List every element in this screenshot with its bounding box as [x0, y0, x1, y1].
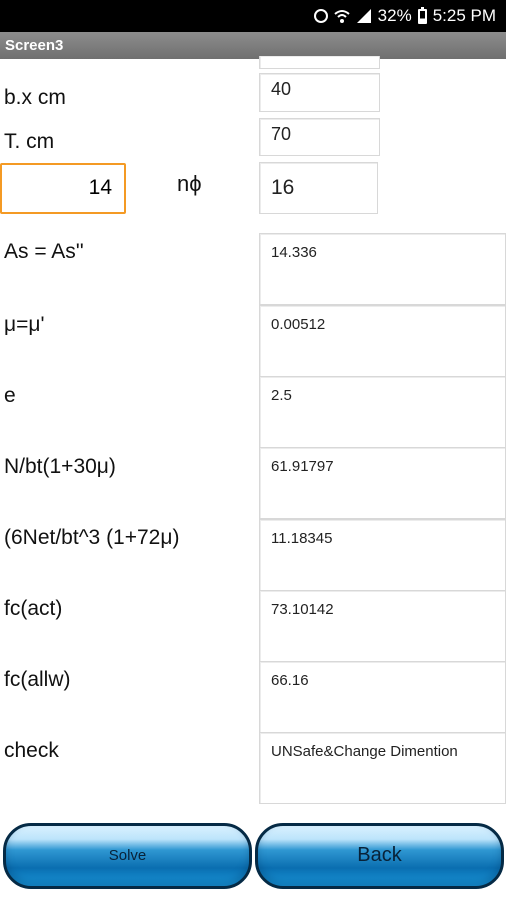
nphi-label: nϕ — [177, 171, 202, 196]
t-label: T. cm — [4, 130, 55, 153]
result-value[interactable]: 73.10142 — [259, 590, 506, 662]
wifi-icon — [334, 10, 350, 23]
check-value[interactable]: UNSafe&Change Dimention — [259, 732, 506, 804]
alarm-icon — [313, 9, 328, 23]
bx-input[interactable]: 40 — [259, 73, 380, 112]
screen-title: Screen3 — [0, 32, 506, 59]
signal-icon — [356, 9, 371, 23]
status-bar: 32% 5:25 PM — [0, 0, 506, 32]
result-value[interactable]: 61.91797 — [259, 447, 506, 519]
solve-button-label: Solve — [108, 847, 147, 864]
nphi-input[interactable]: 16 — [259, 162, 378, 214]
status-icons: 32% 5:25 PM — [313, 5, 496, 27]
hidden-input-field[interactable] — [259, 56, 380, 69]
result-label: μ=μ' — [4, 313, 45, 336]
result-value[interactable]: 66.16 — [259, 661, 506, 733]
battery-percent: 32% — [377, 6, 412, 25]
result-value[interactable]: 2.5 — [259, 376, 506, 448]
back-button[interactable]: Back — [255, 823, 504, 889]
result-label: fc(act) — [4, 597, 63, 620]
result-label: (6Net/bt^3 (1+72μ) — [4, 526, 180, 549]
battery-icon — [417, 6, 427, 24]
bx-label: b.x cm — [4, 86, 66, 109]
back-button-label: Back — [357, 844, 402, 866]
t-input[interactable]: 70 — [259, 118, 380, 156]
result-label: As = As'' — [4, 240, 84, 263]
clock: 5:25 PM — [432, 6, 496, 25]
result-label: e — [4, 384, 16, 407]
result-value[interactable]: 11.18345 — [259, 519, 506, 591]
solve-button[interactable]: Solve — [3, 823, 252, 889]
bar-count-input[interactable]: 14 — [0, 163, 126, 214]
result-label: N/bt(1+30μ) — [4, 455, 116, 478]
result-label: fc(allw) — [4, 668, 71, 691]
result-value[interactable]: 0.00512 — [259, 305, 506, 377]
check-label: check — [4, 739, 59, 762]
result-value[interactable]: 14.336 — [259, 233, 506, 305]
